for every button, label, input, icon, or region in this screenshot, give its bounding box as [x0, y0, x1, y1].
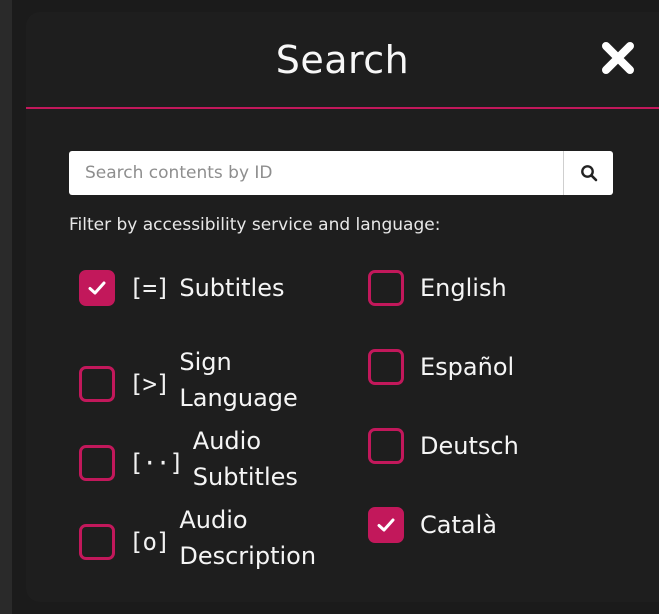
language-option-deutsch[interactable]: Deutsch: [368, 428, 519, 464]
sign-language-label: Sign Language: [179, 344, 297, 416]
dialog-title: Search: [275, 38, 410, 82]
backdrop: [0, 0, 12, 614]
search-dialog: Search Filter by accessibility service a…: [26, 12, 659, 602]
subtitles-label: Subtitles: [179, 274, 285, 302]
search-box: [69, 151, 613, 195]
close-x-icon: [602, 42, 634, 74]
subtitles-checkbox[interactable]: [79, 270, 115, 306]
sign-language-label-line1: Sign: [179, 348, 232, 376]
catala-checkbox[interactable]: [368, 507, 404, 543]
sign-language-checkbox[interactable]: [79, 366, 115, 402]
sign-language-label-line2: Language: [179, 384, 298, 412]
search-input[interactable]: [69, 151, 563, 195]
audio-subtitles-label-line2: Subtitles: [192, 463, 298, 491]
service-option-sign-language[interactable]: [>] Sign Language: [79, 348, 298, 420]
audio-description-label: Audio Description: [179, 502, 316, 574]
close-button[interactable]: [598, 38, 638, 78]
subtitles-icon: [=]: [129, 274, 170, 302]
audio-subtitles-label: Audio Subtitles: [193, 423, 298, 495]
deutsch-checkbox[interactable]: [368, 428, 404, 464]
service-option-audio-description[interactable]: [o] Audio Description: [79, 506, 316, 578]
checkmark-icon: [377, 518, 395, 532]
language-option-english[interactable]: English: [368, 270, 507, 306]
english-label: English: [420, 274, 507, 302]
checkmark-icon: [88, 281, 106, 295]
search-icon: [580, 165, 597, 182]
deutsch-label: Deutsch: [420, 432, 519, 460]
audio-subtitles-icon: [··]: [129, 449, 184, 477]
audio-description-label-line1: Audio: [179, 506, 248, 534]
audio-description-icon: [o]: [129, 528, 170, 556]
language-option-espanol[interactable]: Español: [368, 349, 514, 385]
sign-language-icon: [>]: [129, 370, 170, 398]
audio-subtitles-checkbox[interactable]: [79, 445, 115, 481]
service-option-audio-subtitles[interactable]: [··] Audio Subtitles: [79, 427, 298, 499]
audio-description-checkbox[interactable]: [79, 524, 115, 560]
espanol-checkbox[interactable]: [368, 349, 404, 385]
search-button[interactable]: [563, 151, 613, 195]
language-option-catala[interactable]: Català: [368, 507, 497, 543]
filter-label: Filter by accessibility service and lang…: [69, 215, 441, 235]
service-option-subtitles[interactable]: [=] Subtitles: [79, 270, 284, 306]
english-checkbox[interactable]: [368, 270, 404, 306]
dialog-header: Search: [26, 12, 659, 109]
audio-subtitles-label-line1: Audio: [192, 427, 262, 455]
catala-label: Català: [420, 511, 497, 539]
audio-description-label-line2: Description: [179, 542, 317, 570]
espanol-label: Español: [420, 353, 515, 381]
